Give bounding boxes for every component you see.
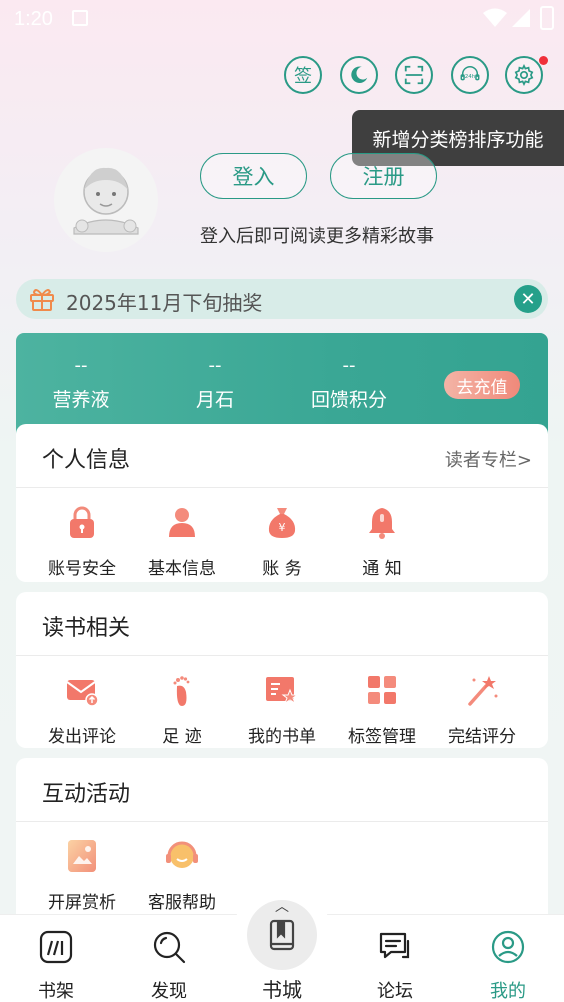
profile-icon <box>491 930 525 964</box>
section-title: 个人信息 <box>42 448 131 473</box>
tags-grid-icon <box>368 676 396 704</box>
grid-item-label: 开屏赏析 <box>48 893 116 913</box>
section-title: 读书相关 <box>42 616 131 641</box>
divider <box>16 821 548 822</box>
booklist-icon <box>266 677 299 705</box>
nav-forum[interactable]: 论坛 <box>339 929 451 1002</box>
splash-appreciation-item[interactable]: 开屏赏析 <box>32 838 132 913</box>
notifications-item[interactable]: 通 知 <box>332 504 432 579</box>
grid-item-label: 基本信息 <box>148 559 216 579</box>
nav-label: 书架 <box>38 981 74 1002</box>
wallet-nutrient[interactable]: -- 营养液 <box>26 355 136 412</box>
login-button[interactable]: 登入 <box>200 153 307 199</box>
night-mode-icon[interactable] <box>340 56 378 94</box>
completion-rating-item[interactable]: 完结评分 <box>432 672 532 747</box>
register-button[interactable]: 注册 <box>330 153 437 199</box>
wallet-label: 月石 <box>195 389 234 411</box>
grid-item-label: 标签管理 <box>348 727 416 747</box>
grid-item-label: 完结评分 <box>448 727 516 747</box>
close-icon[interactable]: ✕ <box>514 285 542 313</box>
wallet-label: 回馈积分 <box>310 389 387 411</box>
login-hint: 登入后即可阅读更多精彩故事 <box>200 226 434 247</box>
moon-icon <box>351 66 368 83</box>
divider <box>16 655 548 656</box>
bell-icon <box>369 508 395 539</box>
cellular-icon <box>512 9 530 27</box>
scan-icon[interactable] <box>395 56 433 94</box>
sign-in-icon[interactable]: 签 <box>284 56 322 94</box>
forum-icon <box>379 932 410 959</box>
status-time: 1:20 <box>14 8 53 30</box>
gear-icon <box>514 64 534 86</box>
basic-info-item[interactable]: 基本信息 <box>132 504 232 579</box>
gift-icon <box>30 289 54 311</box>
grid-item-label: 发出评论 <box>48 727 116 747</box>
discover-icon <box>153 931 186 964</box>
lottery-banner[interactable]: 2025年11月下旬抽奖 ✕ <box>16 279 548 319</box>
headset-icon <box>166 841 198 868</box>
recharge-button[interactable]: 去充值 <box>444 371 520 399</box>
avatar[interactable] <box>54 148 158 252</box>
avatar-illustration <box>73 167 139 235</box>
nav-label: 论坛 <box>377 981 413 1002</box>
customer-service-icon[interactable]: 24h <box>451 56 489 94</box>
account-security-item[interactable]: 账号安全 <box>32 504 132 579</box>
bookstore-icon <box>269 919 295 951</box>
bookshelf-icon <box>39 930 73 964</box>
headset-24h-icon: 24h <box>460 66 480 81</box>
nav-label: 发现 <box>151 981 187 1002</box>
reading-card: 读书相关 发出评论 足 迹 我的书单 标签管理 完结评分 <box>16 592 548 748</box>
grid-item-label: 我的书单 <box>248 727 316 747</box>
scan-frame-icon <box>404 65 424 85</box>
personal-info-card: 个人信息 读者专栏> 账号安全 基本信息 ¥ 账 务 通 知 <box>16 424 548 582</box>
nav-discover[interactable]: 发现 <box>113 929 225 1002</box>
nav-label: 书城 <box>262 978 302 1002</box>
lock-icon <box>70 506 94 538</box>
money-bag-icon: ¥ <box>268 508 296 538</box>
divider <box>16 487 548 488</box>
grid-item-label: 账 务 <box>262 559 302 579</box>
wallet-moonstone[interactable]: -- 月石 <box>160 355 270 412</box>
wallet-value: -- <box>342 355 356 376</box>
sign-in-glyph: 签 <box>294 66 312 87</box>
wifi-icon <box>483 8 507 27</box>
settings-icon[interactable] <box>505 56 543 94</box>
reader-column-link[interactable]: 读者专栏> <box>445 446 532 472</box>
settings-badge-dot <box>539 56 548 65</box>
svg-text:¥: ¥ <box>279 521 286 534</box>
wallet-label: 营养液 <box>52 389 110 411</box>
chevron-up-icon: ︿ <box>275 899 289 915</box>
wallet-value: -- <box>208 355 222 376</box>
tag-management-item[interactable]: 标签管理 <box>332 672 432 747</box>
wallet-points[interactable]: -- 回馈积分 <box>294 355 404 412</box>
notification-a-icon <box>72 10 88 26</box>
grid-item-label: 通 知 <box>362 559 402 579</box>
customer-help-item[interactable]: 客服帮助 <box>132 838 232 913</box>
user-icon <box>169 508 195 537</box>
footprint-icon <box>173 676 190 706</box>
magic-wand-icon <box>468 676 498 706</box>
nav-bookstore[interactable]: ︿ 书城 <box>232 886 332 1002</box>
grid-item-label: 账号安全 <box>48 559 116 579</box>
nav-bookshelf[interactable]: 书架 <box>0 929 112 1002</box>
billing-item[interactable]: ¥ 账 务 <box>232 504 332 579</box>
nav-label: 我的 <box>490 981 526 1002</box>
image-icon <box>68 840 96 872</box>
comment-envelope-icon <box>66 680 99 707</box>
status-bar: 1:20 <box>0 0 564 38</box>
footprint-item[interactable]: 足 迹 <box>132 672 232 747</box>
section-title: 互动活动 <box>42 782 131 807</box>
my-booklist-item[interactable]: 我的书单 <box>232 672 332 747</box>
grid-item-label: 足 迹 <box>162 727 202 747</box>
lottery-banner-text: 2025年11月下旬抽奖 <box>66 291 263 315</box>
svg-text:24h: 24h <box>465 74 476 80</box>
battery-icon <box>540 6 554 30</box>
sent-comments-item[interactable]: 发出评论 <box>32 672 132 747</box>
grid-item-label: 客服帮助 <box>148 893 216 913</box>
wallet-value: -- <box>74 355 88 376</box>
nav-mine[interactable]: 我的 <box>452 929 564 1002</box>
